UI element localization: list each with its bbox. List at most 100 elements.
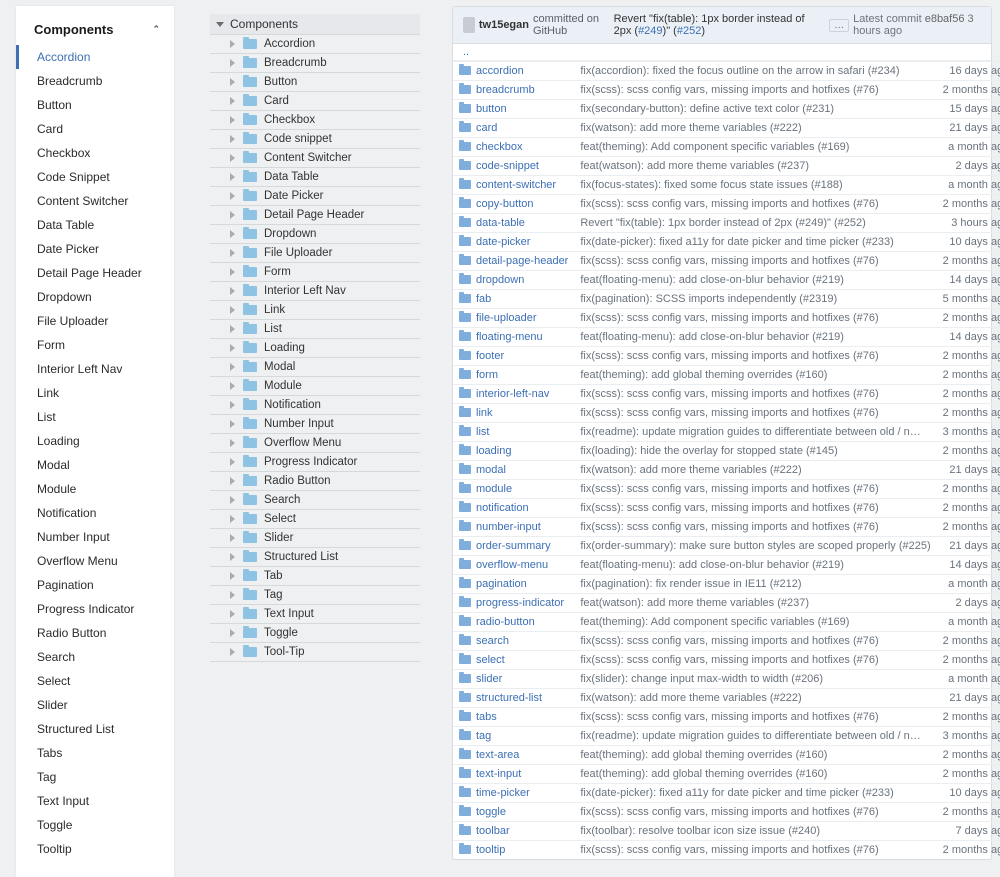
commit-msg-cell[interactable]: fix(pagination): fix render issue in IE1…	[574, 575, 936, 594]
left-nav-item[interactable]: Checkbox	[16, 141, 174, 165]
left-nav-item[interactable]: Select	[16, 669, 174, 693]
left-nav-item[interactable]: Button	[16, 93, 174, 117]
left-nav-item[interactable]: Progress Indicator	[16, 597, 174, 621]
left-nav-item[interactable]: Tag	[16, 765, 174, 789]
folder-link[interactable]: footer	[476, 350, 504, 362]
left-nav-item[interactable]: Structured List	[16, 717, 174, 741]
commit-msg-cell[interactable]: fix(focus-states): fixed some focus stat…	[574, 176, 936, 195]
commit-sha[interactable]: e8baf56	[925, 13, 965, 25]
folder-link[interactable]: progress-indicator	[476, 597, 564, 609]
commit-msg-cell[interactable]: fix(secondary-button): define active tex…	[574, 100, 936, 119]
folder-link[interactable]: search	[476, 635, 509, 647]
folder-link[interactable]: module	[476, 483, 512, 495]
left-nav-item[interactable]: Interior Left Nav	[16, 357, 174, 381]
left-nav-item[interactable]: Link	[16, 381, 174, 405]
commit-msg-cell[interactable]: feat(theming): Add component specific va…	[574, 138, 936, 157]
folder-link[interactable]: content-switcher	[476, 179, 556, 191]
left-nav-item[interactable]: File Uploader	[16, 309, 174, 333]
commit-msg-cell[interactable]: fix(scss): scss config vars, missing imp…	[574, 518, 936, 537]
commit-msg-cell[interactable]: fix(order-summary): make sure button sty…	[574, 537, 936, 556]
commit-msg-cell[interactable]: fix(scss): scss config vars, missing imp…	[574, 632, 936, 651]
left-nav-item[interactable]: Tooltip	[16, 837, 174, 861]
tree-item[interactable]: Dropdown	[210, 225, 420, 244]
tree-item[interactable]: Tool-Tip	[210, 643, 420, 662]
left-nav-item[interactable]: Form	[16, 333, 174, 357]
folder-link[interactable]: code-snippet	[476, 160, 539, 172]
commit-msg-cell[interactable]: fix(date-picker): fixed a11y for date pi…	[574, 784, 936, 803]
folder-link[interactable]: file-uploader	[476, 312, 537, 324]
left-nav-item[interactable]: Data Table	[16, 213, 174, 237]
left-nav-item[interactable]: Card	[16, 117, 174, 141]
commit-msg-cell[interactable]: fix(scss): scss config vars, missing imp…	[574, 347, 936, 366]
commit-msg-cell[interactable]: fix(toolbar): resolve toolbar icon size …	[574, 822, 936, 841]
tree-item[interactable]: Breadcrumb	[210, 54, 420, 73]
folder-link[interactable]: breadcrumb	[476, 84, 535, 96]
left-nav-header[interactable]: Components ⌃	[16, 22, 174, 45]
folder-link[interactable]: structured-list	[476, 692, 542, 704]
commit-msg-cell[interactable]: fix(watson): add more theme variables (#…	[574, 119, 936, 138]
tree-item[interactable]: Modal	[210, 358, 420, 377]
folder-link[interactable]: time-picker	[476, 787, 530, 799]
folder-link[interactable]: date-picker	[476, 236, 530, 248]
tree-item[interactable]: Detail Page Header	[210, 206, 420, 225]
pr-link-1[interactable]: #249	[638, 25, 662, 37]
commit-msg-cell[interactable]: feat(theming): add global theming overri…	[574, 746, 936, 765]
tree-item[interactable]: Code snippet	[210, 130, 420, 149]
commit-msg-cell[interactable]: fix(readme): update migration guides to …	[574, 727, 936, 746]
left-nav-item[interactable]: Content Switcher	[16, 189, 174, 213]
commit-msg-cell[interactable]: fix(scss): scss config vars, missing imp…	[574, 480, 936, 499]
commit-message[interactable]: Revert "fix(table): 1px border instead o…	[614, 13, 826, 37]
commit-msg-cell[interactable]: fix(scss): scss config vars, missing imp…	[574, 404, 936, 423]
tree-item[interactable]: Text Input	[210, 605, 420, 624]
folder-link[interactable]: text-area	[476, 749, 519, 761]
left-nav-item[interactable]: Pagination	[16, 573, 174, 597]
left-nav-item[interactable]: Date Picker	[16, 237, 174, 261]
tree-item[interactable]: Notification	[210, 396, 420, 415]
avatar[interactable]	[463, 17, 475, 33]
folder-link[interactable]: detail-page-header	[476, 255, 568, 267]
commit-msg-cell[interactable]: fix(scss): scss config vars, missing imp…	[574, 841, 936, 860]
up-directory[interactable]: ..	[453, 44, 991, 61]
commit-msg-cell[interactable]: Revert "fix(table): 1px border instead o…	[574, 214, 936, 233]
tree-item[interactable]: File Uploader	[210, 244, 420, 263]
tree-header[interactable]: Components	[210, 14, 420, 35]
tree-item[interactable]: List	[210, 320, 420, 339]
commit-msg-cell[interactable]: fix(scss): scss config vars, missing imp…	[574, 81, 936, 100]
folder-link[interactable]: overflow-menu	[476, 559, 548, 571]
commit-msg-cell[interactable]: feat(theming): Add component specific va…	[574, 613, 936, 632]
left-nav-item[interactable]: Slider	[16, 693, 174, 717]
folder-link[interactable]: card	[476, 122, 497, 134]
commit-msg-cell[interactable]: fix(scss): scss config vars, missing imp…	[574, 385, 936, 404]
left-nav-item[interactable]: Radio Button	[16, 621, 174, 645]
tree-item[interactable]: Data Table	[210, 168, 420, 187]
left-nav-item[interactable]: Overflow Menu	[16, 549, 174, 573]
commit-msg-cell[interactable]: fix(scss): scss config vars, missing imp…	[574, 195, 936, 214]
ellipsis-icon[interactable]: …	[829, 19, 849, 32]
folder-link[interactable]: list	[476, 426, 489, 438]
commit-msg-cell[interactable]: feat(watson): add more theme variables (…	[574, 594, 936, 613]
commit-msg-cell[interactable]: fix(loading): hide the overlay for stopp…	[574, 442, 936, 461]
folder-link[interactable]: data-table	[476, 217, 525, 229]
commit-msg-cell[interactable]: fix(scss): scss config vars, missing imp…	[574, 651, 936, 670]
left-nav-item[interactable]: List	[16, 405, 174, 429]
left-nav-item[interactable]: Toggle	[16, 813, 174, 837]
left-nav-item[interactable]: Text Input	[16, 789, 174, 813]
tree-item[interactable]: Card	[210, 92, 420, 111]
tree-item[interactable]: Accordion	[210, 35, 420, 54]
tree-item[interactable]: Tag	[210, 586, 420, 605]
commit-msg-cell[interactable]: fix(accordion): fixed the focus outline …	[574, 62, 936, 81]
left-nav-item[interactable]: Loading	[16, 429, 174, 453]
folder-link[interactable]: floating-menu	[476, 331, 543, 343]
tree-item[interactable]: Structured List	[210, 548, 420, 567]
left-nav-item[interactable]: Module	[16, 477, 174, 501]
left-nav-item[interactable]: Accordion	[16, 45, 174, 69]
commit-msg-cell[interactable]: fix(scss): scss config vars, missing imp…	[574, 803, 936, 822]
tree-item[interactable]: Number Input	[210, 415, 420, 434]
commit-author[interactable]: tw15egan	[479, 19, 529, 31]
folder-link[interactable]: text-input	[476, 768, 521, 780]
folder-link[interactable]: tooltip	[476, 844, 505, 856]
tree-item[interactable]: Content Switcher	[210, 149, 420, 168]
left-nav-item[interactable]: Detail Page Header	[16, 261, 174, 285]
commit-msg-cell[interactable]: fix(watson): add more theme variables (#…	[574, 689, 936, 708]
left-nav-item[interactable]: Modal	[16, 453, 174, 477]
